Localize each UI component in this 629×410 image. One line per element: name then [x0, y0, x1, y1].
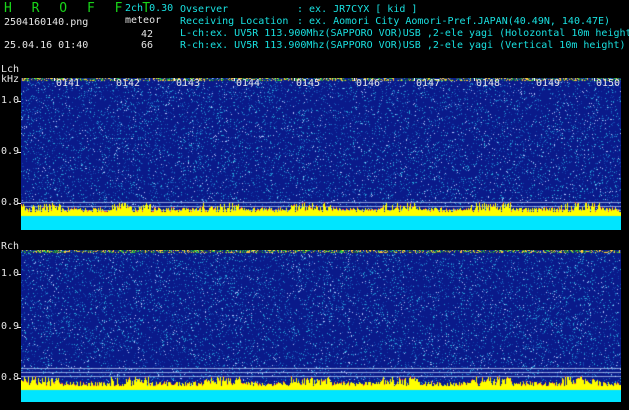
meteor-count-rch: 66 [141, 40, 154, 51]
observer-label: Ovserver [180, 4, 229, 15]
time-tick-mark [294, 78, 295, 81]
time-tick-mark [474, 78, 475, 81]
filename-label: 2504160140.png [4, 17, 89, 28]
rch-info: R-ch:ex. UV5R 113.900Mhz(SAPPORO VOR)USB… [180, 40, 626, 51]
time-tick-mark [594, 78, 595, 81]
datetime-label: 25.04.16 01:40 [4, 40, 89, 51]
lch-info: L-ch:ex. UV5R 113.900Mhz(SAPPORO VOR)USB… [180, 28, 629, 39]
time-tick-label: 0146 [356, 78, 381, 89]
time-tick-mark [414, 78, 415, 81]
khz-unit-label: kHz [1, 74, 20, 85]
time-tick-label: 0147 [416, 78, 441, 89]
time-tick-label: 0145 [296, 78, 321, 89]
location-value: : ex. Aomori City Aomori-Pref.JAPAN(40.4… [297, 16, 611, 27]
time-tick-mark [234, 78, 235, 81]
meteor-label: meteor [125, 15, 162, 26]
time-tick-label: 0150 [596, 78, 621, 89]
time-tick-label: 0142 [116, 78, 141, 89]
lch-spectrogram: 0141 0142 0143 0144 0145 0146 0147 0148 0149 0150 [21, 78, 621, 230]
time-tick-label: 0149 [536, 78, 561, 89]
time-tick-mark [114, 78, 115, 81]
time-tick-mark [54, 78, 55, 81]
time-tick-mark [534, 78, 535, 81]
time-tick-label: 0144 [236, 78, 261, 89]
rch-label: Rch [1, 241, 20, 252]
time-tick-label: 0141 [56, 78, 81, 89]
time-tick-mark [174, 78, 175, 81]
time-tick-mark [354, 78, 355, 81]
observer-value: : ex. JR7CYX [ kid ] [297, 4, 418, 15]
location-label: Receiving Location [180, 16, 289, 27]
rch-spectrogram [21, 250, 621, 402]
time-tick-label: 0143 [176, 78, 201, 89]
mode-label: 2ch 0.30 [125, 3, 174, 14]
time-tick-label: 0148 [476, 78, 501, 89]
